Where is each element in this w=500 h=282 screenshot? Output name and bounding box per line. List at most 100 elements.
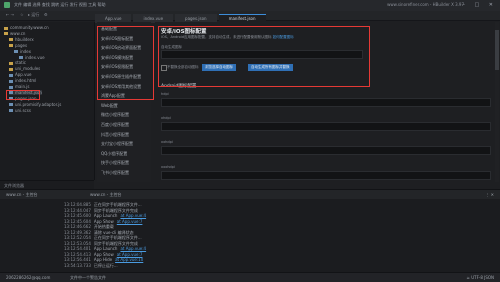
nav-item[interactable]: Web配置 — [101, 103, 118, 109]
console-line: 13:12:54.413 App Show at App.vue:7 — [64, 252, 142, 257]
tree-item-label: www.cn — [10, 30, 26, 36]
tree-item[interactable]: uni.promisify.adaptor.js — [9, 102, 61, 107]
tree-item[interactable]: index.html — [9, 78, 36, 83]
run-button[interactable]: ▸ 运行 — [28, 12, 39, 18]
file-icon — [9, 38, 13, 42]
console-line: 13:54:13.733 已停止运行... — [64, 263, 118, 269]
tree-item[interactable]: index — [14, 49, 31, 54]
console-time: 13:12:45.600 — [64, 213, 91, 218]
console-line: 13:12:45.600 App Launch at App.vue:4 — [64, 213, 146, 218]
tree-item[interactable]: hbuilderx — [9, 37, 34, 42]
window-title: www.sinorefiner.com - HBuilder X 3.97 — [387, 2, 464, 7]
xxhdpi-input[interactable] — [161, 146, 491, 155]
console-line: 13:12:56.441 App Hide at App.vue:10 — [64, 257, 143, 262]
console-link[interactable]: at App.vue:7 — [117, 252, 143, 257]
status-user[interactable]: 2062286262@qq.com — [6, 275, 50, 280]
file-icon — [4, 32, 8, 36]
console-text: 清除 vue-cli 编译状态 — [93, 229, 134, 235]
console-tab-2[interactable]: www.cn - 主控台 — [90, 192, 121, 198]
file-icon — [14, 50, 18, 54]
console-text: 正在同步手机端程序文件... — [93, 202, 142, 207]
console-time: 13:12:45.604 — [64, 218, 91, 224]
file-icon — [9, 109, 13, 113]
file-icon — [9, 61, 13, 65]
console-line: 13:12:54.401 App Launch at App.vue:4 — [64, 246, 146, 251]
tree-item[interactable]: www.cn — [4, 31, 25, 36]
console-text: 已停止运行... — [93, 262, 118, 268]
console-time: 13:54:13.733 — [64, 262, 91, 268]
hdpi-input[interactable] — [161, 98, 491, 107]
tree-item-label: index — [20, 48, 31, 54]
tree-item-label: community.www.cn — [10, 25, 49, 30]
console-actions[interactable]: ⋮ ✕ — [485, 192, 494, 197]
nav-item[interactable]: 百度小程序配置 — [101, 122, 129, 128]
tree-item-label: static — [15, 60, 26, 66]
tree-item[interactable]: App.vue — [9, 72, 31, 77]
tree-item[interactable]: community.www.cn — [4, 25, 49, 30]
tree-item-label: hbuilderx — [15, 36, 34, 42]
console-time: 13:12:54.401 — [64, 246, 91, 251]
nav-item[interactable]: 抖音小程序配置 — [101, 132, 129, 138]
console-text: App Launch — [93, 246, 118, 251]
tree-item[interactable]: static — [9, 60, 26, 65]
tree-item[interactable]: uni_modules — [9, 66, 40, 71]
status-warning: 文件中一个警告文件 — [70, 275, 106, 280]
nav-arrows-icon[interactable]: ← → — [6, 12, 14, 17]
console-link[interactable]: at App.vue:4 — [120, 213, 146, 218]
project-explorer: community.www.cn www.cn hbuilderx pages inde… — [0, 22, 95, 180]
console-link[interactable]: at App.vue:10 — [115, 257, 143, 262]
file-icon — [9, 79, 13, 83]
xhdpi-input[interactable] — [161, 122, 491, 131]
app-logo-icon — [4, 2, 10, 8]
xxxhdpi-input[interactable] — [161, 171, 491, 180]
hdpi-label: hdpi — [161, 92, 169, 96]
xxhdpi-label: xxhdpi — [161, 140, 173, 144]
star-icon[interactable]: ☆ — [20, 12, 24, 17]
file-icon — [9, 44, 13, 48]
console-time: 13:12:54.413 — [64, 251, 91, 257]
settings-icon[interactable]: ⚙ — [44, 12, 48, 17]
console-text: 同步手机端程序文件完成 — [93, 207, 138, 213]
console-text: 正在同步手机端程序文件... — [93, 235, 142, 240]
console-time: 13:12:49.362 — [64, 229, 91, 235]
console-text: App Show — [93, 251, 114, 257]
status-right[interactable]: ☕ UTF-8 JSON — [466, 275, 494, 280]
editor-tabs: App.vue index.vue pages.json manifest.js… — [95, 14, 266, 23]
tree-item-label: uni_modules — [15, 66, 41, 72]
nav-item[interactable]: 支付宝小程序配置 — [101, 141, 133, 147]
file-icon — [9, 73, 13, 77]
console-text: App Hide — [93, 257, 113, 262]
console-tab[interactable]: www.cn - 主控台 — [6, 192, 37, 198]
file-icon — [9, 85, 13, 89]
tree-item[interactable]: main.js — [9, 84, 29, 89]
tree-item[interactable]: index.vue — [19, 55, 45, 60]
tree-item-label: uni.promisify.adaptor.js — [15, 101, 62, 107]
tree-item[interactable]: uni.scss — [9, 108, 31, 113]
console-link[interactable]: at App.vue:4 — [120, 246, 146, 251]
console-time: 13:12:04.885 — [64, 202, 91, 207]
console-time: 13:12:46.662 — [64, 224, 91, 229]
tree-item[interactable]: pages — [9, 43, 27, 48]
scroll-thumb[interactable] — [495, 30, 499, 70]
console-text: 同步手机端程序文件完成 — [93, 240, 138, 246]
console-link[interactable]: at App.vue:7 — [117, 219, 143, 224]
tree-item-label: index.html — [15, 78, 37, 84]
nav-item[interactable]: 飞书小程序配置 — [101, 170, 129, 176]
window-controls[interactable]: – □ ✕ — [462, 2, 497, 8]
nav-item[interactable]: QQ小程序配置 — [101, 151, 127, 157]
tree-item-label: uni.scss — [15, 107, 31, 113]
xxxhdpi-label: xxxhdpi — [161, 165, 175, 169]
nav-item[interactable]: 快手小程序配置 — [101, 160, 129, 166]
console-text: 开始热重载 — [93, 224, 114, 229]
tree-item-label: App.vue — [15, 72, 32, 78]
nav-item[interactable]: 微信小程序配置 — [101, 112, 129, 118]
console-text: App Launch — [93, 213, 118, 218]
tree-item-label: main.js — [15, 84, 30, 89]
tree-item-label: index.vue — [25, 54, 45, 60]
highlight-box-nav — [97, 26, 154, 100]
file-icon — [9, 67, 13, 71]
console-text: App Show — [93, 218, 114, 224]
content-scrollbar[interactable] — [495, 22, 499, 182]
console-time: 13:12:44.047 — [64, 207, 91, 213]
menu-bar[interactable]: 文件 编辑 选择 查找 跳转 运行 发行 视图 工具 帮助 — [14, 2, 105, 8]
